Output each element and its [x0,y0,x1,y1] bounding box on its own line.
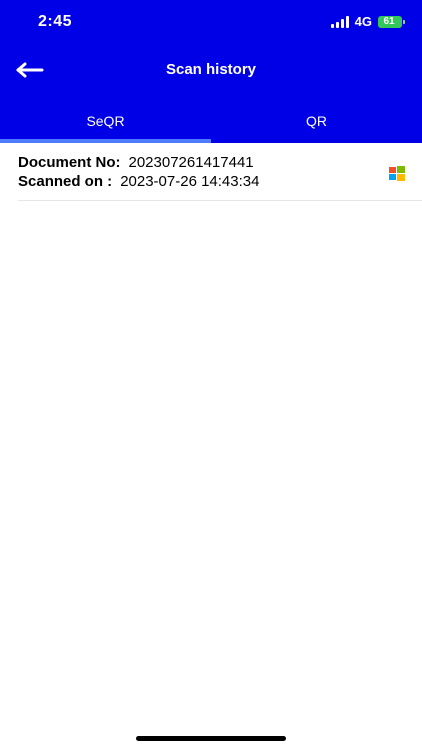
tab-qr-label: QR [306,113,327,129]
battery-icon: 61 [378,15,405,28]
document-label: Document No: [18,154,121,171]
status-time: 2:45 [38,13,73,30]
tab-indicator [0,139,211,143]
status-indicators: 4G 61 [330,14,405,29]
signal-icon [330,15,349,28]
document-number: 202307261417441 [128,154,254,171]
scanned-row: Scanned on : 2023-07-26 14:43:34 [18,173,259,190]
document-row: Document No: 202307261417441 [18,154,254,171]
tab-seqr[interactable]: SeQR [0,113,211,129]
battery-level: 61 [383,16,395,27]
scanned-date: 2023-07-26 14:43:34 [120,173,260,190]
scanned-label: Scanned on : [18,173,113,190]
tab-qr[interactable]: QR [211,113,422,129]
windows-logo-icon [389,166,405,181]
app-header: 2:45 4G 61 Scan history SeQR QR [0,0,422,143]
history-list-item[interactable]: Document No: 202307261417441 Scanned on :… [18,154,422,201]
page-title: Scan history [165,61,257,78]
status-bar: 2:45 4G 61 [0,0,422,44]
home-indicator [136,736,286,741]
tab-seqr-label: SeQR [86,113,125,129]
network-label: 4G [354,14,372,29]
